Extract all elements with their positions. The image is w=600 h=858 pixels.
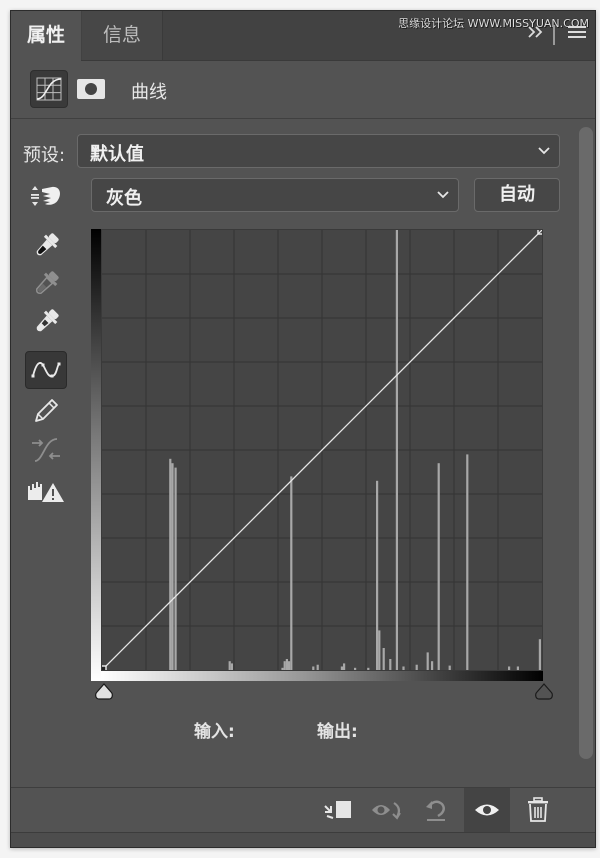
histogram-bar xyxy=(415,664,418,670)
input-gradient-bar xyxy=(101,671,543,681)
histogram-bar xyxy=(290,476,293,670)
properties-panel: 属性 信息 思缘设计论坛 WWW.MISSYUAN.COM 曲线 预设: 默认值… xyxy=(10,10,596,848)
histogram-bar xyxy=(538,639,541,670)
histogram-bar xyxy=(281,667,284,670)
channel-value: 灰色 xyxy=(106,188,142,209)
clip-to-layer-icon xyxy=(324,801,351,819)
preset-value: 默认值 xyxy=(90,144,144,165)
chevron-down-icon xyxy=(537,139,551,165)
histogram-bar xyxy=(376,480,379,670)
on-image-adjust-tool[interactable] xyxy=(25,179,67,213)
tab-properties[interactable]: 属性 xyxy=(11,11,81,61)
output-gradient-bar xyxy=(91,229,101,681)
histogram-bar xyxy=(437,463,440,670)
output-label: 输出: xyxy=(317,722,358,742)
white-point-slider[interactable] xyxy=(534,683,554,705)
input-label: 输入: xyxy=(194,722,235,742)
black-point-slider-icon xyxy=(95,683,113,700)
gray-point-eyedropper-tool[interactable] xyxy=(25,267,67,301)
scrollbar-thumb[interactable] xyxy=(579,127,593,759)
clipping-warning-tool[interactable] xyxy=(25,475,67,509)
histogram-bar xyxy=(389,659,392,670)
curves-adjustment-icon xyxy=(36,77,62,101)
histogram-bar xyxy=(174,467,177,670)
reset-defaults-button[interactable] xyxy=(413,788,459,832)
histogram-bar xyxy=(171,463,174,670)
delete-button[interactable] xyxy=(515,788,561,832)
hamburger-menu-icon xyxy=(568,26,586,38)
layer-mask-icon[interactable] xyxy=(77,79,105,99)
tab-info[interactable]: 信息 xyxy=(82,11,163,60)
histogram-bar xyxy=(402,666,405,670)
black-point-slider[interactable] xyxy=(94,683,114,705)
pencil-icon xyxy=(35,399,58,422)
view-previous-state-button[interactable] xyxy=(365,788,411,832)
curves-graph[interactable] xyxy=(101,229,543,671)
preset-dropdown[interactable]: 默认值 xyxy=(77,134,560,168)
histogram-bar xyxy=(230,663,233,670)
panel-resize-strip[interactable] xyxy=(11,833,595,847)
eyedropper-white-icon xyxy=(36,309,59,332)
histogram-bar xyxy=(448,665,451,670)
eye-icon xyxy=(475,804,499,816)
smooth-curve-icon xyxy=(32,438,60,462)
histogram-bar xyxy=(382,648,385,670)
histogram-bar xyxy=(169,458,172,670)
double-chevron-right-icon xyxy=(528,26,543,38)
histogram-bar xyxy=(431,661,434,670)
histogram-warning-icon xyxy=(28,482,64,502)
histogram-bar xyxy=(367,667,370,670)
chevron-down-icon xyxy=(436,183,450,209)
histogram-bar xyxy=(395,230,398,670)
collapse-panel-button[interactable] xyxy=(527,23,543,44)
reset-icon xyxy=(426,800,445,821)
histogram-bar xyxy=(354,667,357,670)
histogram-bar xyxy=(508,666,511,670)
histogram-bar xyxy=(283,661,286,670)
eyedropper-gray-icon xyxy=(35,271,59,295)
channel-dropdown[interactable]: 灰色 xyxy=(91,178,459,212)
eye-cycle-icon xyxy=(372,802,401,820)
tab-bar: 属性 信息 思缘设计论坛 WWW.MISSYUAN.COM xyxy=(11,11,595,61)
auto-button[interactable]: 自动 xyxy=(474,178,560,212)
preset-label: 预设: xyxy=(23,145,66,166)
histogram-bar xyxy=(516,666,519,670)
draw-pencil-tool[interactable] xyxy=(25,394,67,428)
edit-points-tool[interactable] xyxy=(25,351,67,389)
histogram-bar xyxy=(316,664,319,670)
curves-graph-area xyxy=(91,229,554,700)
histogram-bar xyxy=(378,630,381,670)
curve-points-icon xyxy=(31,362,61,378)
clip-to-layer-button[interactable] xyxy=(315,788,361,832)
toggle-visibility-button[interactable] xyxy=(464,788,510,832)
smooth-curve-tool[interactable] xyxy=(25,433,67,467)
curves-adjustment-button[interactable] xyxy=(30,70,68,108)
histogram-bar xyxy=(340,666,343,670)
adjustment-header: 曲线 xyxy=(11,61,595,119)
trash-icon xyxy=(528,797,548,822)
target-adjust-icon xyxy=(31,186,60,206)
histogram-bar xyxy=(466,454,469,670)
eyedropper-black-icon xyxy=(36,233,59,256)
histogram-bar xyxy=(343,663,346,670)
panel-menu-button[interactable] xyxy=(568,23,586,44)
histogram-bar xyxy=(288,661,291,670)
tab-controls-divider xyxy=(553,25,555,45)
watermark: 思缘设计论坛 WWW.MISSYUAN.COM xyxy=(398,17,589,30)
white-point-eyedropper-tool[interactable] xyxy=(25,305,67,339)
bottom-toolbar xyxy=(11,787,595,835)
histogram-bar xyxy=(285,659,288,670)
histogram-bar xyxy=(312,666,315,670)
histogram-bar xyxy=(426,652,429,670)
vertical-scrollbar[interactable] xyxy=(577,119,595,769)
adjustment-title: 曲线 xyxy=(131,82,167,103)
curve-control-point[interactable] xyxy=(102,665,107,670)
curves-canvas[interactable] xyxy=(102,230,542,670)
black-point-eyedropper-tool[interactable] xyxy=(25,229,67,263)
white-point-slider-icon xyxy=(535,683,553,700)
histogram-bar xyxy=(228,661,231,670)
